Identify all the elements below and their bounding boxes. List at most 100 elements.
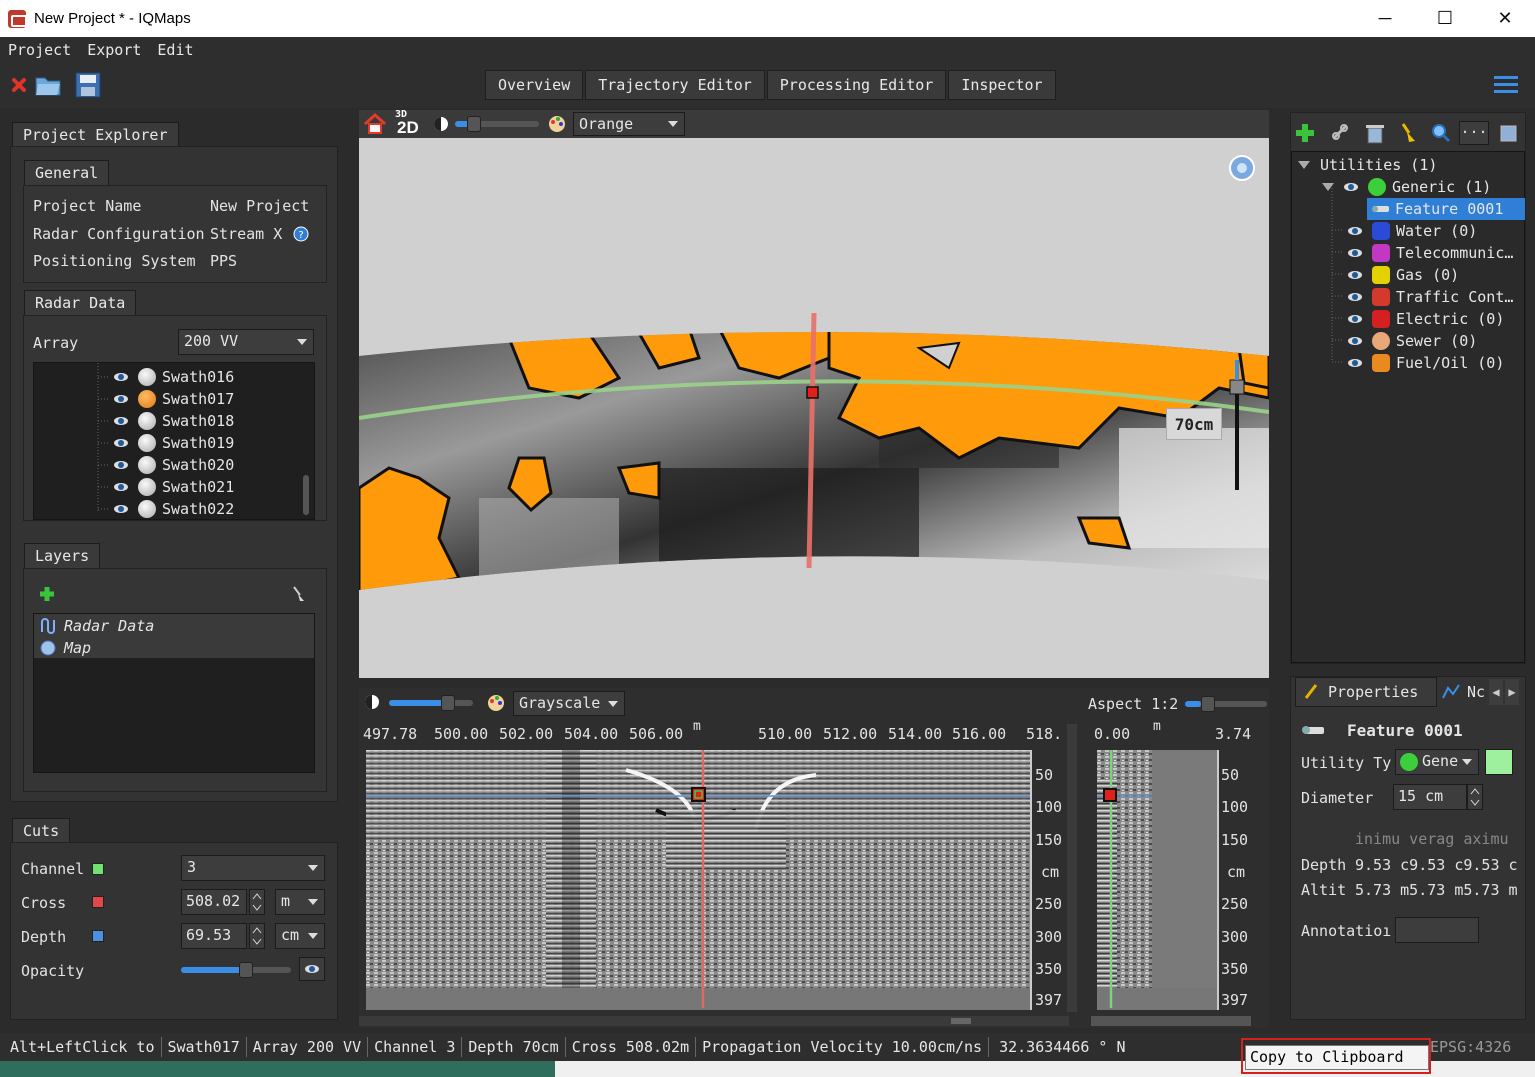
radar-h-scrollbar[interactable] bbox=[359, 1016, 1069, 1026]
delete-icon[interactable] bbox=[1363, 121, 1387, 145]
tree-item-gas[interactable]: Gas (0) bbox=[1348, 264, 1459, 286]
list-scrollbar[interactable] bbox=[303, 475, 309, 515]
diameter-input[interactable]: 15 cm bbox=[1393, 784, 1467, 810]
opacity-slider[interactable] bbox=[181, 962, 291, 978]
eye-icon[interactable] bbox=[114, 439, 128, 447]
cube-icon[interactable] bbox=[1497, 121, 1521, 145]
eye-icon[interactable] bbox=[1348, 293, 1362, 301]
tab-scroll-right[interactable]: ▶ bbox=[1505, 679, 1519, 705]
layers-list[interactable]: Radar Data Map bbox=[33, 613, 315, 773]
zoom-icon[interactable] bbox=[1429, 121, 1453, 145]
tab-processing-editor[interactable]: Processing Editor bbox=[766, 70, 947, 100]
mode-2d-toggle[interactable]: 2D bbox=[397, 118, 419, 138]
cross-input[interactable]: 508.02 bbox=[181, 889, 247, 915]
copy-to-clipboard-tooltip[interactable]: Copy to Clipboard bbox=[1245, 1045, 1429, 1070]
map-view[interactable]: 3D 2D Orange 70cm bbox=[359, 110, 1269, 678]
radargram[interactable] bbox=[366, 750, 1030, 1010]
home-icon[interactable] bbox=[363, 113, 387, 135]
tree-item-traffic-control[interactable]: Traffic Cont… bbox=[1348, 286, 1513, 308]
brush-icon[interactable] bbox=[1397, 121, 1421, 145]
layers-tab[interactable]: Layers bbox=[24, 543, 101, 568]
radar-contrast-slider[interactable] bbox=[389, 695, 473, 711]
eye-icon[interactable] bbox=[114, 395, 128, 403]
minimize-button[interactable]: ─ bbox=[1355, 0, 1415, 37]
depth-input[interactable]: 69.53 bbox=[181, 923, 247, 949]
channel-select[interactable]: 3 bbox=[181, 855, 325, 881]
eye-icon[interactable] bbox=[1348, 337, 1362, 345]
tab-inspector[interactable]: Inspector bbox=[948, 70, 1056, 100]
add-icon[interactable] bbox=[1293, 121, 1317, 145]
list-item[interactable]: Swath016 bbox=[114, 366, 234, 388]
depth-unit-select[interactable]: cm bbox=[275, 923, 325, 949]
eye-icon[interactable] bbox=[114, 505, 128, 513]
tab-properties[interactable]: Properties bbox=[1295, 677, 1437, 707]
cuts-tab[interactable]: Cuts bbox=[12, 818, 71, 843]
map-contrast-slider[interactable] bbox=[455, 116, 539, 132]
eye-icon[interactable] bbox=[1348, 315, 1362, 323]
tree-item-sewer[interactable]: Sewer (0) bbox=[1348, 330, 1477, 352]
swath-list[interactable]: Swath016 Swath017 Swath018 Swath019 Swat… bbox=[33, 362, 315, 520]
link-icon[interactable] bbox=[1329, 121, 1353, 145]
menu-export[interactable]: Export bbox=[79, 41, 149, 59]
array-select[interactable]: 200 VV bbox=[178, 329, 314, 355]
eye-icon[interactable] bbox=[1348, 271, 1362, 279]
eye-icon[interactable] bbox=[1348, 359, 1362, 367]
add-layer-icon[interactable] bbox=[38, 585, 56, 603]
list-item[interactable]: Swath022 bbox=[114, 498, 234, 520]
layer-item-radar-data[interactable]: Radar Data bbox=[40, 615, 154, 637]
eye-icon[interactable] bbox=[114, 417, 128, 425]
more-options-button[interactable]: ··· bbox=[1459, 121, 1489, 145]
tab-trajectory-editor[interactable]: Trajectory Editor bbox=[585, 70, 765, 100]
brush-icon[interactable] bbox=[290, 585, 308, 603]
map-contrast-handle[interactable] bbox=[467, 116, 481, 132]
eye-icon[interactable] bbox=[114, 373, 128, 381]
eye-icon[interactable] bbox=[1344, 183, 1358, 191]
aspect-slider[interactable] bbox=[1185, 696, 1267, 712]
layer-item-map[interactable]: Map bbox=[40, 637, 91, 659]
eye-icon[interactable] bbox=[114, 461, 128, 469]
menu-edit[interactable]: Edit bbox=[149, 41, 201, 59]
side-radargram[interactable] bbox=[1097, 750, 1217, 1010]
aspect-slider-handle[interactable] bbox=[1201, 696, 1215, 712]
list-item[interactable]: Swath021 bbox=[114, 476, 234, 498]
radar-contrast-handle[interactable] bbox=[441, 695, 455, 711]
tab-overview[interactable]: Overview bbox=[485, 70, 584, 100]
hamburger-menu-icon[interactable] bbox=[1492, 72, 1520, 98]
opacity-slider-handle[interactable] bbox=[239, 962, 253, 978]
list-item[interactable]: Swath018 bbox=[114, 410, 234, 432]
save-icon[interactable] bbox=[74, 72, 102, 98]
opacity-visibility-button[interactable] bbox=[299, 957, 325, 981]
close-button[interactable]: ✕ bbox=[1475, 0, 1535, 37]
tree-item-feature[interactable]: Feature 0001 bbox=[1367, 198, 1525, 220]
tree-item-telecommunication[interactable]: Telecommunic… bbox=[1348, 242, 1513, 264]
globe-icon[interactable] bbox=[1227, 154, 1257, 184]
tree-item-water[interactable]: Water (0) bbox=[1348, 220, 1477, 242]
tree-item-electric[interactable]: Electric (0) bbox=[1348, 308, 1504, 330]
project-explorer-tab[interactable]: Project Explorer bbox=[12, 122, 179, 147]
side-h-scrollbar[interactable] bbox=[1091, 1016, 1251, 1026]
radar-data-tab[interactable]: Radar Data bbox=[24, 290, 137, 315]
list-item[interactable]: Swath019 bbox=[114, 432, 234, 454]
list-item[interactable]: Swath020 bbox=[114, 454, 234, 476]
cross-stepper[interactable] bbox=[249, 889, 265, 915]
eye-icon[interactable] bbox=[1348, 227, 1362, 235]
open-folder-icon[interactable] bbox=[34, 72, 62, 98]
utility-type-select[interactable]: Gene bbox=[1395, 749, 1479, 775]
help-icon[interactable]: ? bbox=[293, 226, 309, 242]
map-palette-select[interactable]: Orange bbox=[573, 112, 685, 136]
maximize-button[interactable]: ☐ bbox=[1415, 0, 1475, 37]
status-coords[interactable]: 32.3634466 ° N bbox=[989, 1037, 1131, 1057]
utilities-tree[interactable]: Utilities (1) Generic (1) Feature 0001 W… bbox=[1291, 151, 1525, 663]
depth-stepper[interactable] bbox=[249, 923, 265, 949]
menu-project[interactable]: Project bbox=[0, 41, 79, 59]
general-tab[interactable]: General bbox=[24, 160, 110, 185]
eye-icon[interactable] bbox=[114, 483, 128, 491]
tab-scroll-left[interactable]: ◀ bbox=[1489, 679, 1503, 705]
tree-item-fuel-oil[interactable]: Fuel/Oil (0) bbox=[1348, 352, 1504, 374]
annotation-input[interactable] bbox=[1395, 917, 1479, 943]
list-item[interactable]: Swath017 bbox=[114, 388, 234, 410]
tab-notes[interactable]: Nc bbox=[1441, 677, 1491, 707]
utility-color-swatch[interactable] bbox=[1485, 749, 1513, 775]
radar-v-scrollbar[interactable] bbox=[1067, 724, 1077, 1012]
radar-palette-select[interactable]: Grayscale bbox=[513, 691, 625, 716]
